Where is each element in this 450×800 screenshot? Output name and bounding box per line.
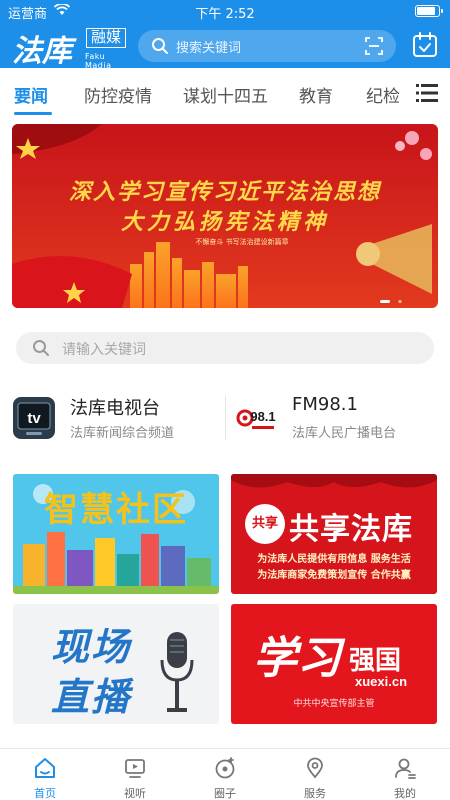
featured-banner[interactable]: 深入学习宣传习近平法治思想 大力弘扬宪法精神 不懈奋斗 书写法治建设新篇章: [12, 124, 438, 308]
header-search-placeholder: 搜索关键词: [176, 41, 242, 56]
content-search-input[interactable]: 请输入关键词: [16, 332, 434, 364]
channel-faku-tv[interactable]: tv 法库电视台 法库新闻综合频道: [12, 390, 222, 450]
tile-smart-community[interactable]: 智慧社区: [13, 474, 219, 594]
curtain-decoration: [231, 474, 437, 488]
location-pin-icon: [307, 757, 323, 779]
tv-icon-text: tv: [27, 410, 41, 427]
tab-discipline[interactable]: 纪检: [366, 82, 400, 107]
banner-slogan: 不懈奋斗 书写法治建设新篇章: [195, 238, 289, 246]
tile-shared-faku[interactable]: 共享 共享法库 为法库人民提供有用信息 服务生活 为法库商家免费策划宣传 合作共…: [231, 474, 437, 594]
banner-headline-2: 大力弘扬宪法精神: [120, 209, 329, 235]
channel-divider: [225, 396, 226, 440]
clock: 下午 2:52: [195, 7, 255, 22]
search-icon: [152, 38, 168, 54]
user-icon: [395, 758, 416, 779]
app-logo: 法库 融媒 Faku Madia: [12, 26, 127, 70]
home-icon: [35, 758, 55, 778]
shared-faku-line2: 为法库商家免费策划宣传 合作共赢: [257, 570, 411, 581]
tab-headlines[interactable]: 要闻: [14, 82, 48, 107]
nav-label: 首页: [34, 787, 56, 800]
bottom-navigation: 首页 视听 圈子 服务 我的: [0, 748, 450, 800]
shared-faku-line1: 为法库人民提供有用信息 服务生活: [257, 554, 411, 565]
scan-icon[interactable]: [365, 37, 383, 55]
live-title-1: 现场: [51, 625, 132, 669]
battery-icon: [415, 5, 443, 17]
content-search-placeholder: 请输入关键词: [62, 342, 146, 358]
tv-icon: tv: [13, 397, 55, 439]
nav-video[interactable]: 视听: [90, 749, 180, 800]
xuexi-domain: xuexi.cn: [355, 674, 408, 689]
tile-live-broadcast[interactable]: 现场 直播: [13, 604, 219, 724]
nav-label: 视听: [124, 787, 146, 800]
nav-home[interactable]: 首页: [0, 749, 90, 800]
nav-label: 圈子: [214, 787, 236, 800]
fm-radio-icon: 98.1: [234, 396, 278, 440]
nav-service[interactable]: 服务: [270, 749, 360, 800]
xuexi-title: 强国: [349, 646, 402, 676]
nav-circle[interactable]: 圈子: [180, 749, 270, 800]
channel-subtitle: 法库人民广播电台: [292, 426, 397, 441]
shared-faku-title: 共享法库: [289, 512, 413, 547]
channel-subtitle: 法库新闻综合频道: [70, 426, 175, 441]
banner-headline-1: 深入学习宣传习近平法治思想: [68, 179, 381, 205]
microphone-icon: [160, 632, 194, 712]
tile-xuexi-qiangguo[interactable]: 学习 强国 xuexi.cn 中共中央宣传部主管: [231, 604, 437, 724]
fm-icon-text: 98.1: [250, 409, 275, 424]
circle-icon: [215, 757, 235, 779]
tab-14th-five-year[interactable]: 谋划十四五: [183, 82, 268, 107]
nav-label: 服务: [304, 787, 326, 800]
status-bar: 运营商 下午 2:52: [0, 0, 450, 22]
menu-icon[interactable]: [416, 84, 438, 102]
channel-title: FM98.1: [292, 394, 358, 415]
category-tabs: 要闻 防控疫情 谋划十四五 教育 纪检: [0, 68, 450, 118]
smart-community-title: 智慧社区: [44, 490, 188, 530]
battery-fill: [417, 7, 435, 15]
calendar-checkin-icon[interactable]: [412, 32, 438, 58]
channel-title: 法库电视台: [70, 398, 160, 419]
app-header: 运营商 下午 2:52 法库 融媒 Faku Madia 搜索关键词: [0, 0, 450, 70]
channel-fm981[interactable]: 98.1 FM98.1 法库人民广播电台: [234, 390, 444, 450]
live-title-2: 直播: [51, 675, 132, 719]
nav-label: 我的: [394, 787, 416, 800]
active-tab-indicator: [14, 112, 52, 115]
xuexi-caption: 中共中央宣传部主管: [293, 699, 375, 709]
header-search-bar[interactable]: 搜索关键词: [138, 30, 396, 62]
tab-education[interactable]: 教育: [299, 82, 333, 107]
search-icon: [33, 340, 49, 356]
nav-mine[interactable]: 我的: [360, 749, 450, 800]
xuexi-script: 学习: [253, 633, 341, 684]
logo-brand-text: 融媒: [86, 28, 126, 48]
tab-epidemic-control[interactable]: 防控疫情: [84, 82, 152, 107]
shared-faku-seal: 共享: [245, 504, 285, 544]
tv-icon: [125, 759, 145, 778]
logo-main-text: 法库: [12, 34, 72, 69]
